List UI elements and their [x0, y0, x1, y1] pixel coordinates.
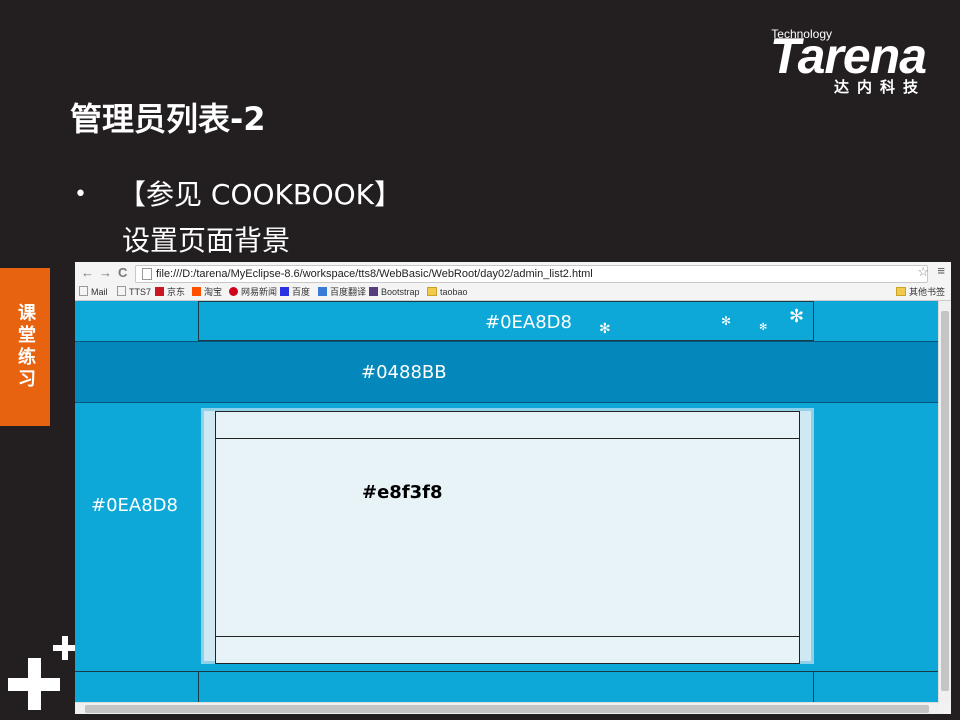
bookmark-label: TTS7 [129, 287, 152, 297]
bookmark-baidu[interactable]: 百度 [280, 284, 310, 300]
translate-icon [318, 287, 327, 296]
vertical-scrollbar[interactable] [938, 301, 951, 702]
folder-icon [427, 287, 437, 296]
other-bookmarks[interactable]: 其他书签 [895, 284, 945, 300]
bootstrap-icon [369, 287, 378, 296]
dandelion-icon: ✻ [789, 306, 805, 326]
bookmark-tts7[interactable]: TTS7 [117, 284, 151, 300]
bookmark-label: taobao [440, 287, 468, 297]
bookmark-label: 京东 [167, 287, 186, 297]
bookmark-baidu-translate[interactable]: 百度翻译 [318, 284, 366, 300]
folder-icon [895, 287, 906, 296]
bullet-description: 设置页面背景 [122, 224, 291, 257]
content-color-label: #e8f3f8 [362, 482, 443, 503]
bullet-cookbook-ref: 【参见 COOKBOOK】 [118, 178, 403, 211]
footer-row [75, 671, 939, 703]
back-icon[interactable]: ← [81, 265, 94, 280]
horizontal-scroll-thumb[interactable] [85, 705, 929, 713]
bookmark-label: Mail [91, 287, 108, 297]
jd-icon [155, 287, 164, 296]
page-icon [142, 268, 152, 280]
bookmark-label: 其他书签 [908, 287, 945, 297]
bookmark-label: Bootstrap [381, 287, 420, 297]
side-tab-label: 课堂练习 [15, 303, 36, 391]
reload-icon[interactable]: C [118, 265, 127, 280]
header-color-label: #0EA8D8 [485, 312, 572, 333]
bookmark-label: 淘宝 [204, 287, 223, 297]
side-color-label: #0EA8D8 [91, 495, 178, 516]
taobao-icon [192, 287, 201, 296]
big-plus-icon [8, 658, 60, 710]
tarena-logo: Technology Tarena 达内科技 [726, 24, 927, 96]
footer-cell [198, 672, 814, 703]
content-table-footer [216, 636, 799, 663]
vertical-scroll-thumb[interactable] [941, 311, 949, 691]
browser-toolbar: ← → C file:///D:/tarena/MyEclipse-8.6/wo… [75, 262, 951, 284]
address-bar[interactable]: file:///D:/tarena/MyEclipse-8.6/workspac… [135, 265, 928, 283]
bookmark-jd[interactable]: 京东 [155, 284, 185, 300]
bookmark-star-icon[interactable]: ☆ [917, 264, 929, 280]
bookmark-taobao-folder[interactable]: taobao [427, 284, 468, 300]
browser-window: ← → C file:///D:/tarena/MyEclipse-8.6/wo… [75, 262, 951, 714]
dandelion-icon: ✻ [759, 322, 768, 333]
header-row: #0EA8D8 ✻ ✻ ✻ ✻ [75, 301, 939, 341]
header-cell: #0EA8D8 ✻ ✻ ✻ ✻ [198, 301, 814, 341]
page-icon [79, 286, 88, 296]
address-url: file:///D:/tarena/MyEclipse-8.6/workspac… [156, 268, 593, 280]
nav-row: #0488BB [75, 341, 939, 403]
baidu-icon [280, 287, 289, 296]
forward-icon[interactable]: → [99, 265, 112, 280]
slide-title: 管理员列表-2 [70, 100, 266, 138]
bullet-dot-icon: • [74, 182, 87, 207]
browser-menu-icon[interactable]: ≡ [937, 263, 945, 278]
page-viewport: #0EA8D8 ✻ ✻ ✻ ✻ #0488BB #0EA8D8 #e8f3f8 [75, 301, 939, 703]
bookmark-taobao[interactable]: 淘宝 [192, 284, 222, 300]
page-icon [117, 286, 126, 296]
nav-color-label: #0488BB [361, 362, 447, 383]
small-plus-icon [53, 636, 77, 660]
dandelion-icon: ✻ [721, 314, 732, 328]
dandelion-icon: ✻ [599, 320, 611, 336]
side-tab-classroom-exercise: 课堂练习 [0, 268, 50, 426]
logo-chinese-text: 达内科技 [833, 78, 926, 96]
bookmark-bootstrap[interactable]: Bootstrap [369, 284, 420, 300]
bookmark-netease[interactable]: 网易新闻 [229, 284, 277, 300]
content-table-header [216, 412, 799, 439]
bookmark-label: 网易新闻 [241, 287, 278, 297]
netease-icon [229, 287, 238, 296]
horizontal-scrollbar[interactable] [75, 702, 939, 714]
bookmark-label: 百度 [292, 287, 311, 297]
content-table: #e8f3f8 [215, 411, 800, 664]
bookmark-label: 百度翻译 [330, 287, 367, 297]
bookmark-mail[interactable]: Mail [79, 284, 108, 300]
bookmarks-bar: Mail TTS7 京东 淘宝 网易新闻 百度 百度翻译 Bootstrap t… [75, 284, 951, 301]
